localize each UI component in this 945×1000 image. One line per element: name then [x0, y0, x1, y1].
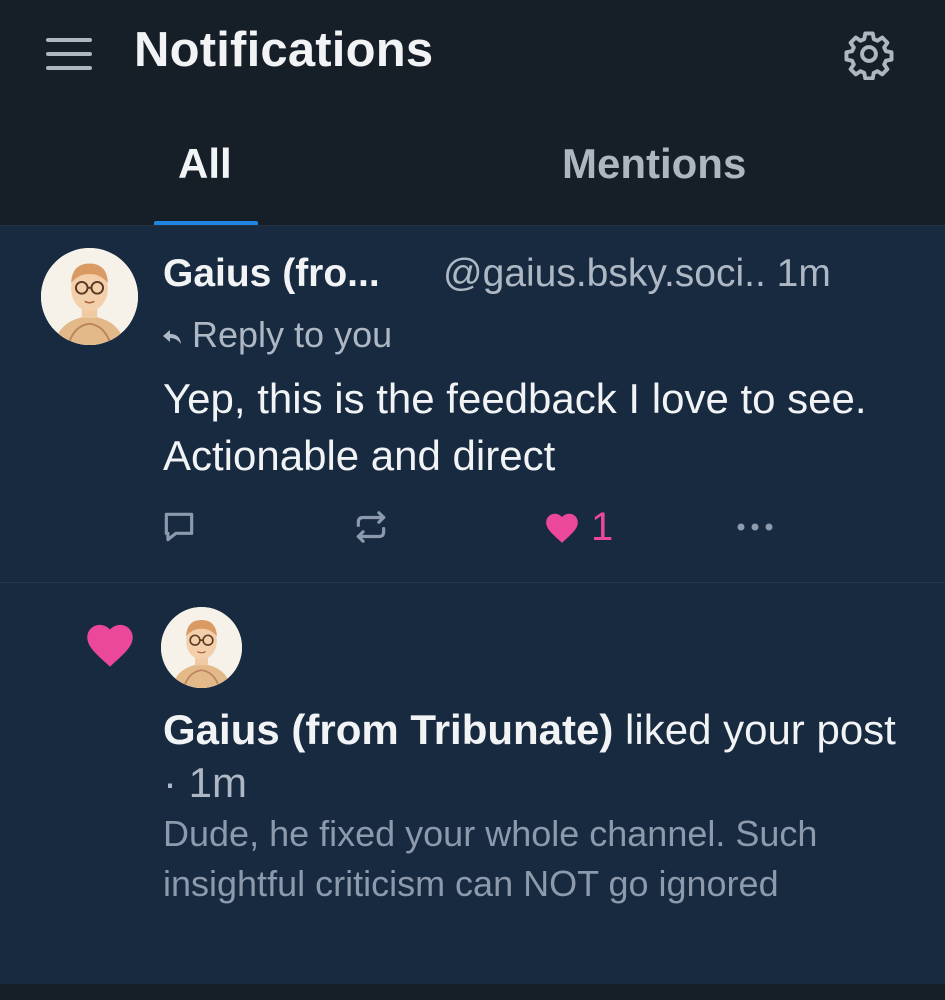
ellipsis-icon — [737, 523, 773, 531]
avatar[interactable] — [41, 248, 138, 345]
post-text: Yep, this is the feedback I love to see.… — [163, 375, 867, 479]
author-name[interactable]: Gaius (fro... — [163, 252, 380, 296]
post-time: 1m — [776, 252, 831, 295]
page-title: Notifications — [134, 23, 434, 77]
comment-icon — [164, 512, 194, 542]
like-button[interactable]: 1 — [543, 505, 614, 549]
repost-button[interactable] — [352, 508, 390, 546]
repost-icon — [356, 511, 386, 543]
tab-all[interactable]: All — [178, 140, 232, 188]
liked-post-text[interactable]: Dude, he fixed your whole channel. Such … — [163, 809, 903, 909]
gear-icon[interactable] — [843, 28, 895, 80]
avatar[interactable] — [161, 607, 242, 688]
reply-notification[interactable]: Gaius (fro... @gaius.bsky.soci.. 1m Repl… — [0, 226, 945, 582]
like-notification[interactable]: Gaius (from Tribunate) liked your post ·… — [0, 583, 945, 984]
more-options-button[interactable] — [735, 508, 775, 546]
hamburger-menu-icon[interactable] — [44, 34, 94, 74]
tab-mentions[interactable]: Mentions — [562, 140, 746, 188]
author-name[interactable]: Gaius (from Tribunate) — [163, 706, 613, 753]
author-handle[interactable]: @gaius.bsky.soci.. — [443, 252, 766, 295]
like-action-text: liked your post — [613, 706, 896, 753]
post-time: · 1m — [163, 759, 247, 806]
like-count: 1 — [591, 505, 614, 549]
reply-arrow-icon — [163, 330, 181, 345]
app-header: Notifications All Mentions — [0, 0, 945, 226]
bottom-strip — [0, 984, 945, 1000]
heart-filled-icon — [546, 513, 578, 543]
like-description: Gaius (from Tribunate) liked your post ·… — [163, 703, 903, 809]
reply-context: Reply to you — [160, 314, 392, 356]
reply-context-label: Reply to you — [192, 314, 393, 355]
reply-button[interactable] — [160, 508, 198, 546]
heart-filled-icon — [87, 624, 133, 667]
author-handle-and-time: @gaius.bsky.soci.. 1m — [443, 252, 831, 296]
